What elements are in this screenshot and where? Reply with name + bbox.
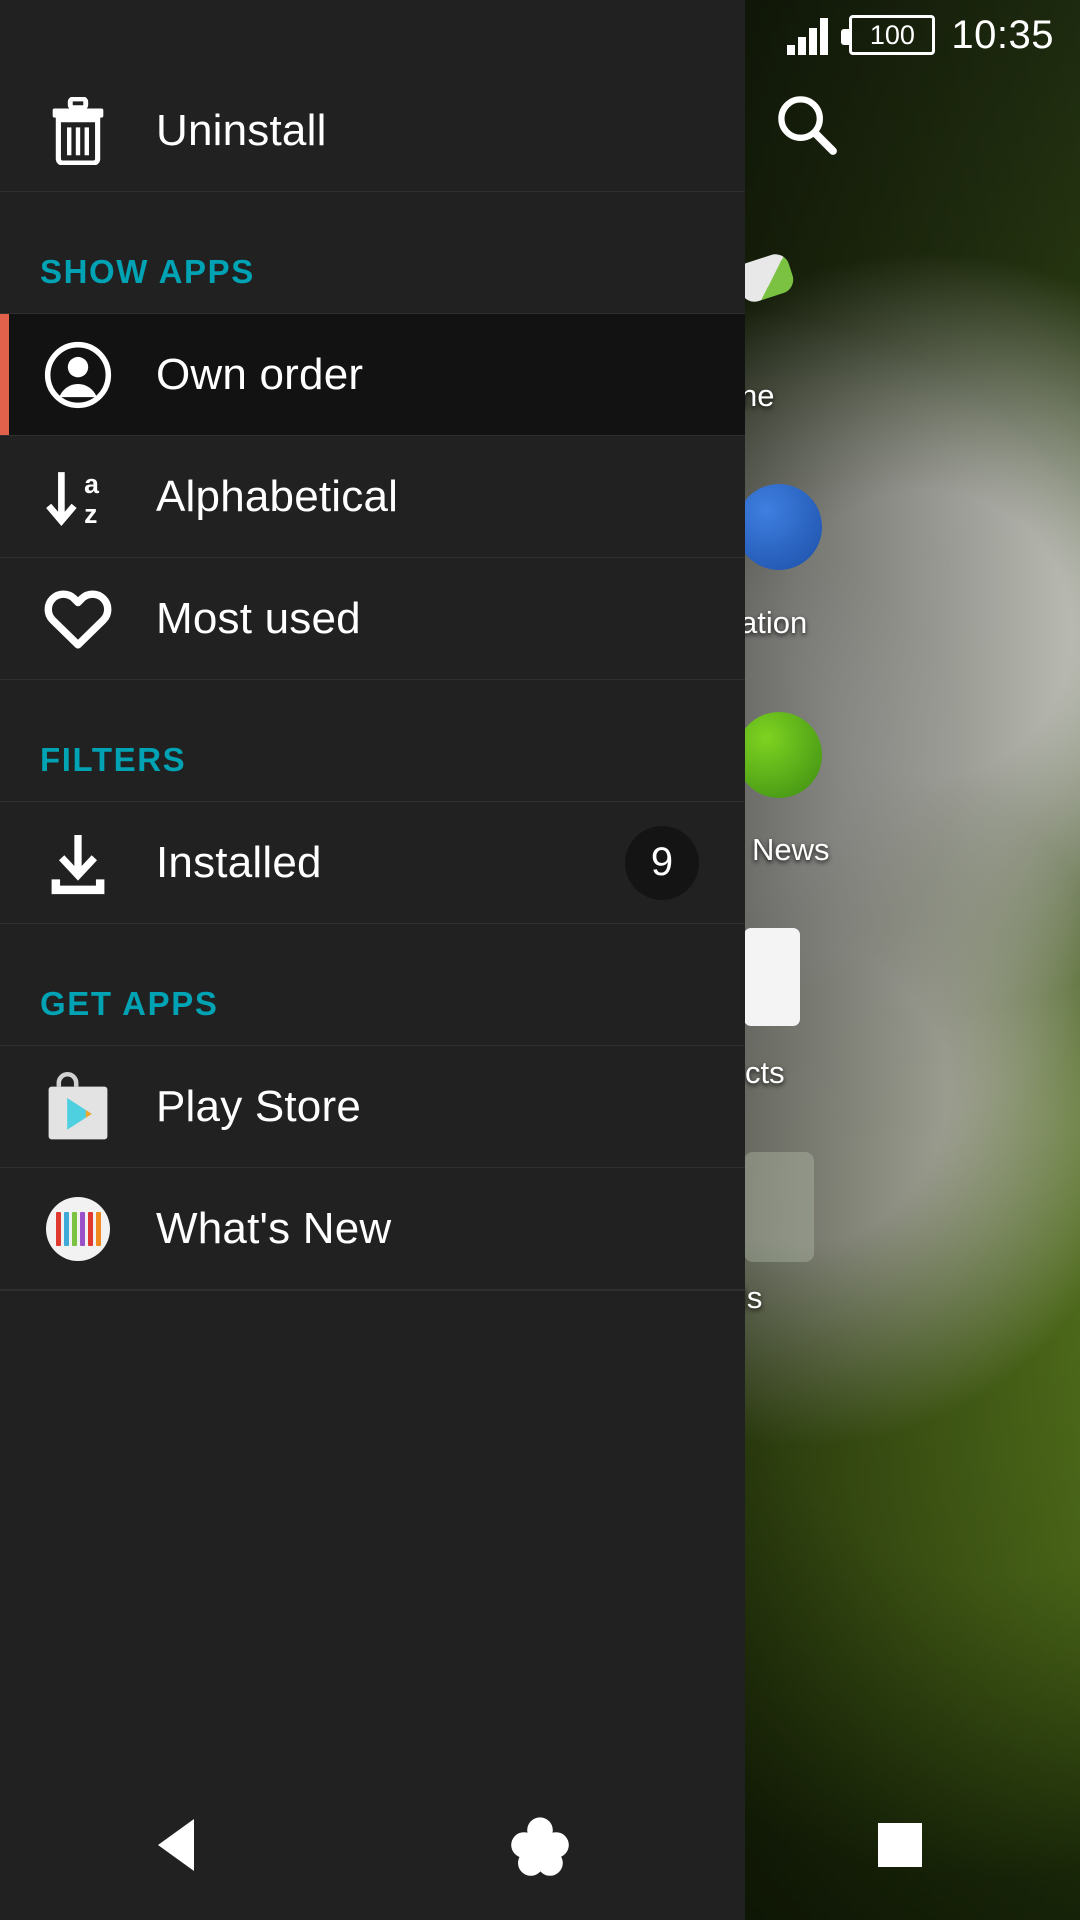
section-header-label: SHOW APPS	[40, 253, 255, 290]
home-app-label: News	[752, 832, 830, 867]
nav-bar-panel-background	[0, 1770, 745, 1920]
status-bar: 100 10:35	[0, 0, 1080, 70]
home-app-icon-partial[interactable]	[736, 484, 822, 570]
menu-item-installed[interactable]: Installed 9	[0, 802, 745, 924]
app-drawer-menu-panel: Uninstall SHOW APPS Own order a z Alphab…	[0, 70, 745, 1920]
status-bar-clock: 10:35	[951, 12, 1054, 57]
menu-item-label: Play Store	[156, 1081, 361, 1131]
home-app-icon-partial[interactable]	[736, 712, 822, 798]
section-header-filters: FILTERS	[0, 680, 745, 802]
battery-icon: 100	[841, 15, 936, 55]
drawer-empty-space	[0, 1290, 745, 1850]
signal-bars-icon	[787, 15, 833, 55]
svg-text:a: a	[84, 469, 99, 499]
menu-item-label: What's New	[156, 1203, 392, 1253]
search-icon[interactable]	[770, 88, 842, 160]
svg-text:z: z	[84, 499, 97, 529]
play-store-icon	[40, 1071, 116, 1143]
menu-item-alphabetical[interactable]: a z Alphabetical	[0, 436, 745, 558]
menu-item-most-used[interactable]: Most used	[0, 558, 745, 680]
menu-item-label: Own order	[156, 349, 364, 399]
whats-new-icon	[40, 1196, 116, 1261]
battery-level-text: 100	[869, 19, 915, 50]
section-header-get-apps: GET APPS	[0, 924, 745, 1046]
menu-item-uninstall[interactable]: Uninstall	[0, 70, 745, 192]
home-app-label: ne	[740, 378, 775, 413]
sort-alphabetical-icon: a z	[40, 461, 116, 533]
menu-item-label: Installed	[156, 837, 322, 887]
menu-item-own-order[interactable]: Own order	[0, 314, 745, 436]
menu-item-label: Uninstall	[156, 105, 327, 155]
heart-icon	[40, 586, 116, 652]
back-button[interactable]	[120, 1785, 240, 1905]
status-bar-panel-background	[0, 0, 745, 70]
system-navigation-bar	[0, 1770, 1080, 1920]
section-header-show-apps: SHOW APPS	[0, 192, 745, 314]
recents-button[interactable]	[840, 1785, 960, 1905]
section-header-label: FILTERS	[40, 741, 187, 778]
home-app-label: cts	[745, 1055, 785, 1090]
home-app-label: ation	[740, 605, 808, 640]
home-app-icon-partial[interactable]	[744, 1152, 814, 1262]
selection-accent-bar	[0, 314, 9, 435]
account-circle-icon	[40, 340, 116, 410]
menu-item-label: Most used	[156, 593, 361, 643]
home-app-icon-partial[interactable]	[744, 928, 800, 1026]
phone-screen: ne ation News cts ls 100 10:35 Uninstall…	[0, 0, 1080, 1920]
download-icon	[40, 828, 116, 898]
menu-item-label: Alphabetical	[156, 471, 399, 521]
menu-item-whats-new[interactable]: What's New	[0, 1168, 745, 1290]
home-button[interactable]	[480, 1785, 600, 1905]
menu-item-play-store[interactable]: Play Store	[0, 1046, 745, 1168]
trash-icon	[40, 96, 116, 165]
section-header-label: GET APPS	[40, 985, 219, 1022]
status-badge: 9	[625, 825, 699, 900]
